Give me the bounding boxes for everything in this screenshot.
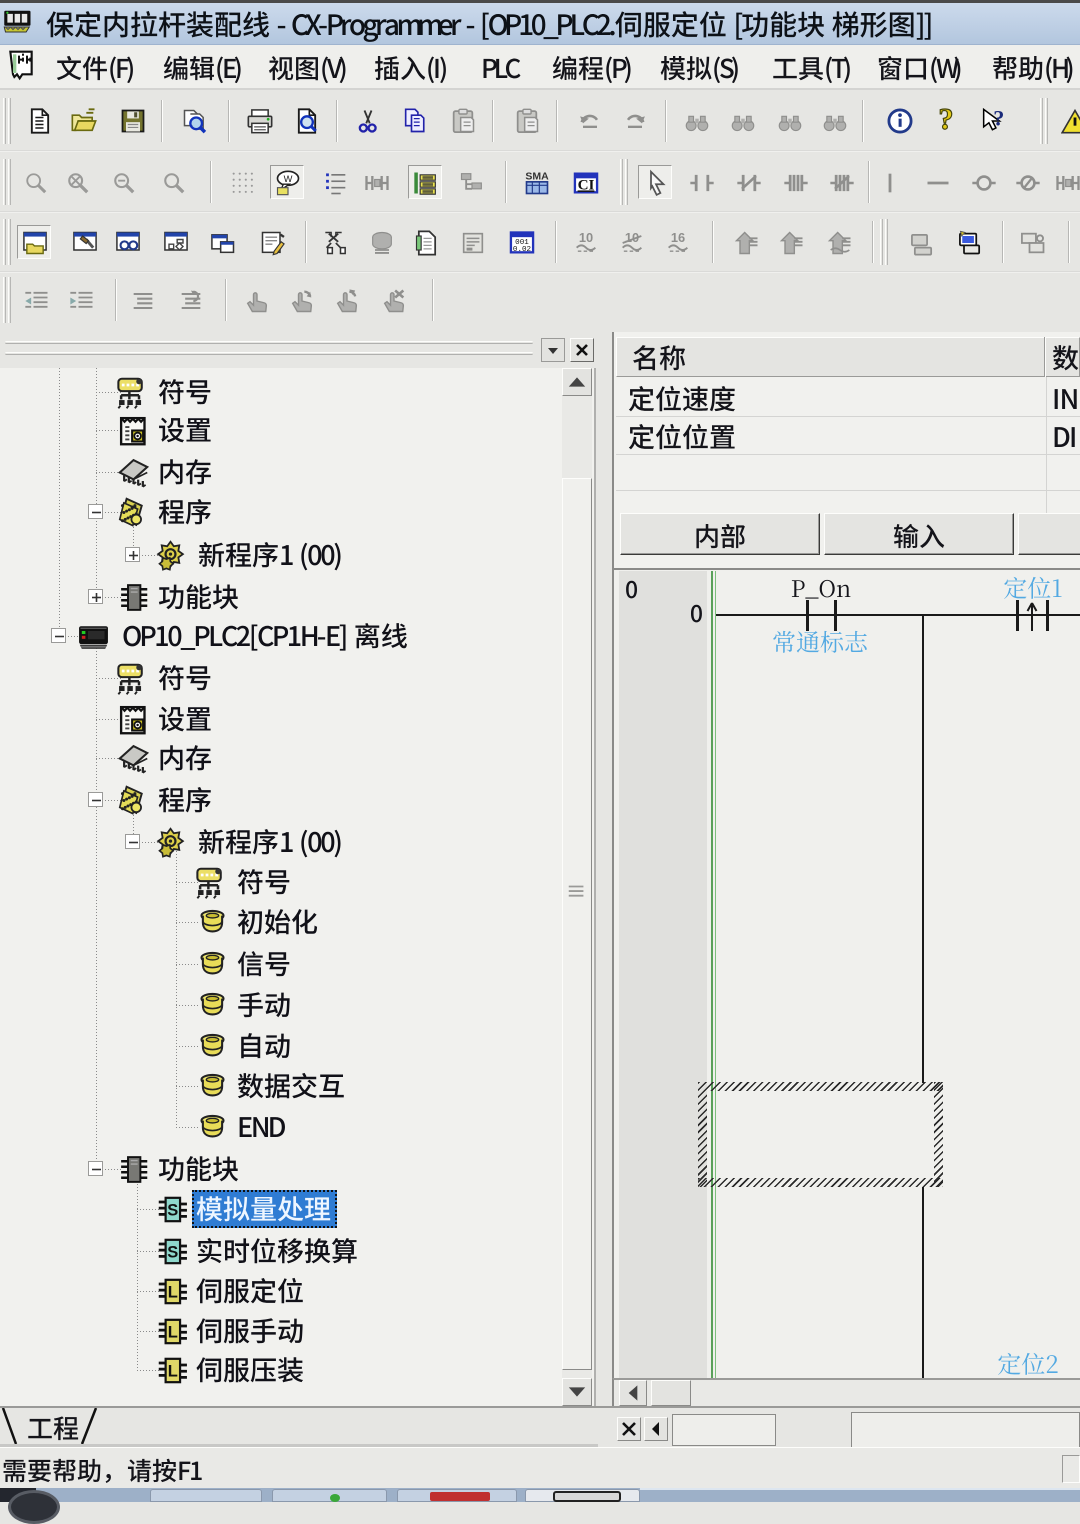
svg-text:L: L [168, 1284, 178, 1302]
svg-text:16: 16 [671, 230, 685, 245]
svg-text:S: S [167, 1244, 178, 1262]
svg-text:CI: CI [578, 176, 595, 193]
svg-text:0.02: 0.02 [513, 246, 532, 254]
svg-text:10: 10 [579, 230, 593, 245]
svg-text:?: ? [938, 107, 953, 135]
svg-text:L: L [168, 1363, 178, 1381]
svg-text:W: W [284, 174, 293, 184]
svg-text:SMA: SMA [525, 171, 549, 183]
svg-text:?: ? [993, 107, 1004, 131]
svg-text:S: S [167, 1202, 178, 1220]
svg-text:L: L [168, 1324, 178, 1342]
